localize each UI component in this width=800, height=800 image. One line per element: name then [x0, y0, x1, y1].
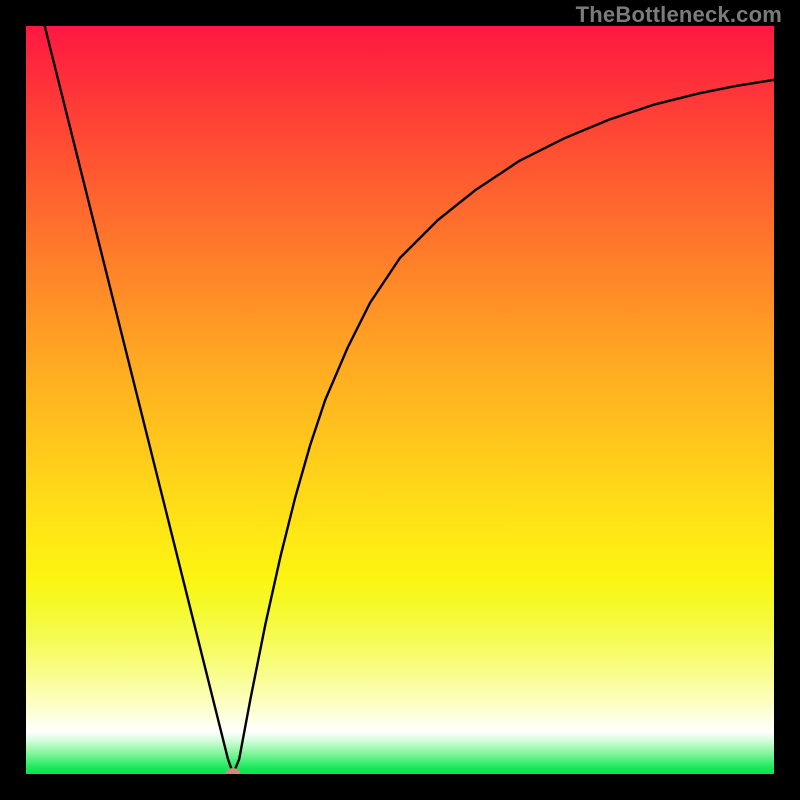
- minimum-marker-dot: [226, 768, 241, 774]
- bottleneck-curve: [26, 26, 774, 774]
- watermark-text: TheBottleneck.com: [576, 2, 782, 28]
- plot-area: [26, 26, 774, 774]
- chart-container: TheBottleneck.com: [0, 0, 800, 800]
